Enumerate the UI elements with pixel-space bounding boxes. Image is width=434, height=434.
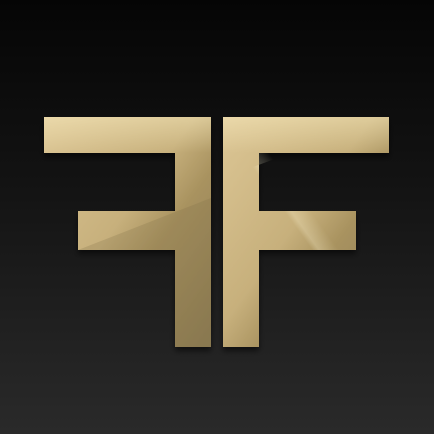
app-icon: FF xyxy=(0,0,434,434)
ff-logo-icon xyxy=(44,117,389,347)
